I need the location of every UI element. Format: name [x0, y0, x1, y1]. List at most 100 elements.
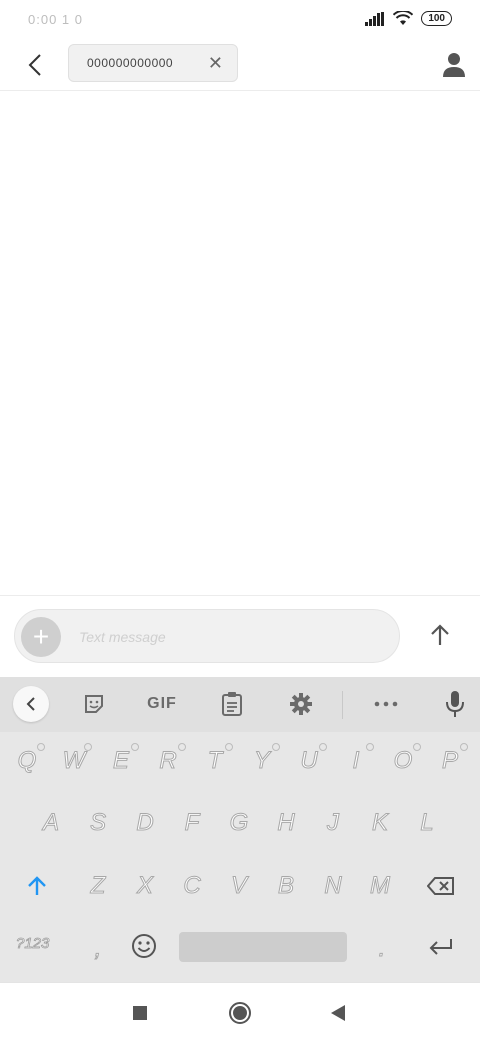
space-bar[interactable] — [179, 932, 347, 962]
sticker-icon — [85, 695, 103, 713]
emoji-icon — [132, 934, 156, 958]
key-label: Z — [90, 872, 106, 900]
keyboard-back-button[interactable] — [13, 686, 49, 722]
comma-key[interactable]: , — [78, 927, 118, 971]
key-c[interactable]: C — [172, 864, 212, 908]
key-r[interactable]: R — [148, 739, 188, 783]
key-n[interactable]: N — [313, 864, 353, 908]
more-button[interactable] — [371, 686, 401, 722]
more-icon — [374, 701, 398, 707]
key-z[interactable]: Z — [78, 864, 118, 908]
close-icon[interactable]: ✕ — [208, 53, 223, 73]
key-label: K — [371, 809, 388, 837]
key-label: O — [393, 747, 413, 775]
key-hint-dot — [413, 743, 421, 751]
key-k[interactable]: K — [360, 801, 400, 845]
key-j[interactable]: J — [313, 801, 353, 845]
key-f[interactable]: F — [172, 801, 212, 845]
emoji-key[interactable] — [124, 924, 164, 968]
status-icons: 100 — [365, 11, 452, 26]
key-hint-dot — [37, 743, 45, 751]
square-icon — [133, 1006, 147, 1020]
shift-arrow-icon — [28, 876, 46, 895]
voice-input-button[interactable] — [441, 686, 469, 722]
gif-button[interactable]: GIF — [142, 686, 182, 722]
period-key[interactable]: . — [362, 927, 402, 971]
key-label: D — [136, 809, 154, 837]
send-button[interactable] — [422, 617, 458, 653]
circle-icon — [229, 1002, 251, 1024]
key-hint-dot — [225, 743, 233, 751]
back-button[interactable] — [20, 50, 50, 80]
key-label: . — [378, 935, 386, 963]
recipient-chip[interactable]: 000000000000 ✕ — [68, 44, 238, 82]
key-label: B — [277, 872, 294, 900]
key-label: M — [370, 872, 391, 900]
key-e[interactable]: E — [101, 739, 141, 783]
keyboard: G I F Q W E R T Y U I O P A S D F G H J K … — [0, 677, 480, 982]
chevron-left-icon — [28, 54, 41, 76]
key-hint-dot — [178, 743, 186, 751]
keyboard-toolbar: GIF — [0, 677, 480, 732]
key-label: W — [62, 747, 86, 775]
contact-button[interactable] — [440, 50, 468, 80]
settings-button[interactable] — [286, 686, 316, 722]
gear-icon — [290, 693, 312, 715]
key-label: N — [324, 872, 342, 900]
status-time: 0:00 1 0 — [28, 12, 83, 27]
key-q[interactable]: Q — [7, 739, 47, 783]
wifi-icon — [393, 11, 414, 25]
key-m[interactable]: M — [360, 864, 400, 908]
key-l[interactable]: L — [407, 801, 447, 845]
key-d[interactable]: D — [125, 801, 165, 845]
key-i[interactable]: I — [336, 739, 376, 783]
key-label: I — [352, 747, 360, 775]
key-x[interactable]: X — [125, 864, 165, 908]
triangle-back-icon — [331, 1005, 345, 1021]
key-v[interactable]: V — [219, 864, 259, 908]
key-s[interactable]: S — [78, 801, 118, 845]
sticker-button[interactable] — [79, 686, 109, 722]
key-hint-dot — [272, 743, 280, 751]
key-y[interactable]: Y — [242, 739, 282, 783]
key-hint-dot — [366, 743, 374, 751]
person-icon — [443, 53, 465, 77]
mic-icon — [446, 691, 464, 717]
key-label: G — [229, 809, 249, 837]
enter-key[interactable] — [421, 925, 461, 969]
key-b[interactable]: B — [266, 864, 306, 908]
message-input[interactable] — [77, 624, 381, 650]
key-label: C — [183, 872, 201, 900]
key-label: Y — [253, 747, 270, 775]
key-h[interactable]: H — [266, 801, 306, 845]
shift-key[interactable] — [17, 864, 57, 908]
key-u[interactable]: U — [289, 739, 329, 783]
nav-back-button[interactable] — [324, 999, 352, 1027]
key-hint-dot — [84, 743, 92, 751]
key-t[interactable]: T — [195, 739, 235, 783]
recents-button[interactable] — [126, 999, 154, 1027]
home-button[interactable] — [226, 999, 254, 1027]
key-label: A — [42, 809, 59, 837]
key-label: E — [112, 747, 129, 775]
key-hint-dot — [131, 743, 139, 751]
clipboard-button[interactable] — [217, 686, 247, 722]
enter-icon — [429, 939, 452, 955]
key-p[interactable]: P — [430, 739, 470, 783]
symbols-key[interactable]: ?123 — [16, 935, 50, 953]
key-a[interactable]: A — [31, 801, 71, 845]
key-w[interactable]: W — [54, 739, 94, 783]
key-label: V — [230, 872, 247, 900]
backspace-icon — [427, 877, 454, 895]
key-o[interactable]: O — [383, 739, 423, 783]
key-hint-dot — [319, 743, 327, 751]
clipboard-icon — [222, 692, 242, 716]
backspace-key[interactable] — [421, 864, 461, 908]
message-composer: + — [14, 609, 400, 663]
navigation-bar — [0, 982, 480, 1041]
recipient-name: 000000000000 — [87, 56, 174, 70]
plus-icon: + — [32, 621, 50, 652]
conversation-area — [0, 91, 480, 596]
key-g[interactable]: G — [219, 801, 259, 845]
add-attachment-button[interactable]: + — [21, 617, 61, 657]
